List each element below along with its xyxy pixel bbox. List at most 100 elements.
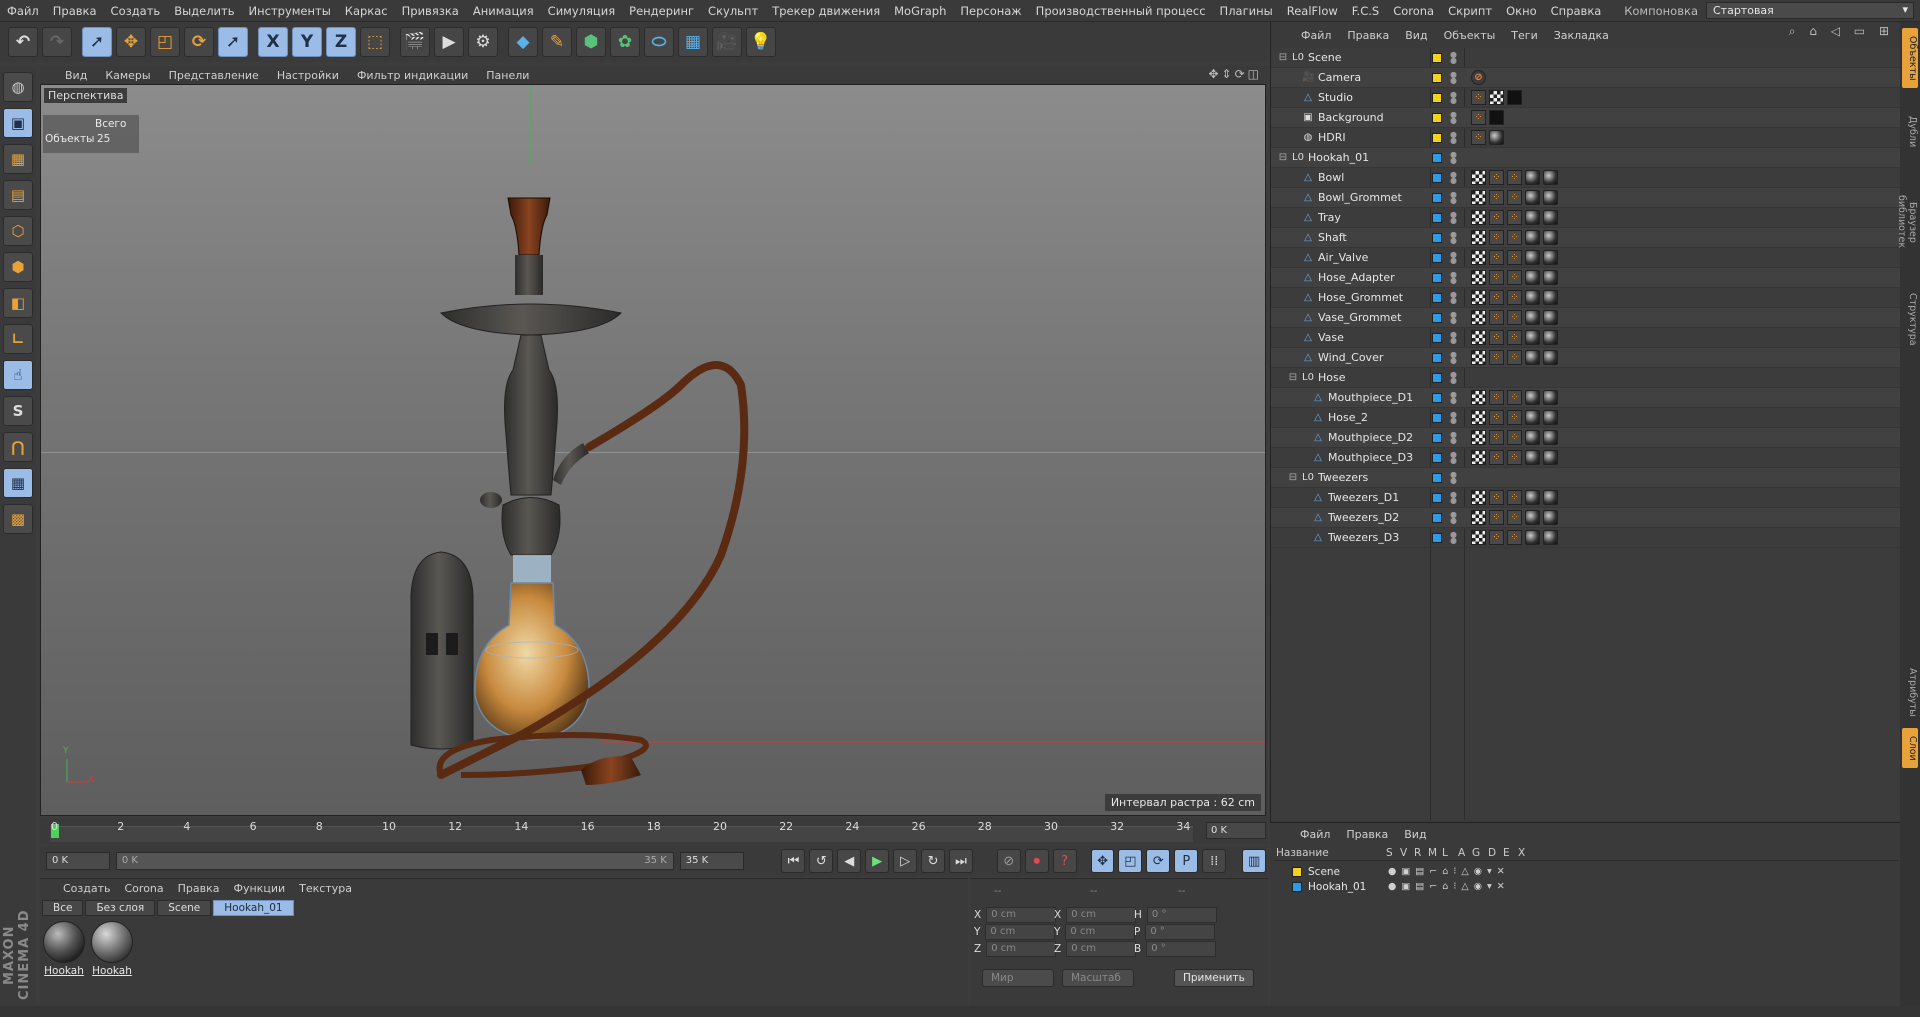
layer-color-swatch[interactable] <box>1432 272 1442 283</box>
dot-tag-icon[interactable]: ⁘ <box>1507 210 1522 225</box>
check-tag-icon[interactable] <box>1471 250 1486 265</box>
mat-tag-icon[interactable] <box>1525 190 1540 205</box>
light-icon[interactable]: 💡 <box>746 27 776 57</box>
mat-tag-icon[interactable] <box>1543 510 1558 525</box>
check-tag-icon[interactable] <box>1471 510 1486 525</box>
layer-col-1[interactable]: S <box>1386 847 1393 859</box>
layer-color-swatch[interactable] <box>1432 372 1442 383</box>
menu-11[interactable]: Трекер движения <box>765 4 887 18</box>
check-tag-icon[interactable] <box>1471 350 1486 365</box>
dot-tag-icon[interactable]: ⁘ <box>1507 270 1522 285</box>
menu-4[interactable]: Инструменты <box>242 4 338 18</box>
texture-mode-icon[interactable]: ▦ <box>3 144 33 174</box>
check-tag-icon[interactable] <box>1471 530 1486 545</box>
side-tab-4[interactable]: Атрибуты <box>1902 662 1918 722</box>
z-axis-icon[interactable]: Z <box>326 27 356 57</box>
object-manager-nav-icons[interactable]: ⌕ ⌂ ◁ ▭ ⊞ <box>1789 24 1894 39</box>
menu-20[interactable]: Окно <box>1499 4 1544 18</box>
layer-color-swatch[interactable] <box>1432 52 1442 63</box>
check-tag-icon[interactable] <box>1489 90 1504 105</box>
layer-color-swatch[interactable] <box>1432 132 1442 143</box>
mat-tag-icon[interactable] <box>1543 490 1558 505</box>
mat-tag-icon[interactable] <box>1543 430 1558 445</box>
layer-color-swatch[interactable] <box>1432 352 1442 363</box>
magnet-icon[interactable]: ⋂ <box>3 432 33 462</box>
dot-tag-icon[interactable]: ⁘ <box>1489 450 1504 465</box>
sphere-mode-icon[interactable]: ◍ <box>3 72 33 102</box>
menu-21[interactable]: Справка <box>1544 4 1609 18</box>
object-row-mouthpiece_d1[interactable]: △ Mouthpiece_D1 ● ● ⁘ ⁘ <box>1271 388 1901 408</box>
layer-color-swatch[interactable] <box>1292 867 1302 877</box>
next-frame-icon[interactable]: ▷ <box>893 849 918 873</box>
menu-9[interactable]: Рендеринг <box>622 4 701 18</box>
workplane-icon[interactable]: ▤ <box>3 180 33 210</box>
layer-color-swatch[interactable] <box>1432 72 1442 83</box>
layer-col-5[interactable]: L <box>1442 847 1448 859</box>
key-pla-icon[interactable]: ⁞⁞ <box>1202 849 1227 873</box>
coord-size-select[interactable]: Масштаб <box>1062 969 1134 987</box>
menu-8[interactable]: Симуляция <box>541 4 622 18</box>
object-row-hose_2[interactable]: △ Hose_2 ● ● ⁘ ⁘ <box>1271 408 1901 428</box>
scale-icon[interactable]: ◰ <box>150 27 180 57</box>
side-tab-2[interactable]: Браузер библиотек <box>1896 172 1918 272</box>
object-menu-5[interactable]: Закладка <box>1546 29 1617 42</box>
layer-col-7[interactable]: G <box>1472 847 1480 859</box>
prev-key-icon[interactable]: ↺ <box>809 849 834 873</box>
visibility-dots[interactable]: ● ● <box>1450 310 1457 324</box>
mat-tag-icon[interactable] <box>1543 250 1558 265</box>
coord-c-field[interactable]: 0 ° <box>1146 941 1217 957</box>
check-tag-icon[interactable] <box>1471 310 1486 325</box>
layout-select[interactable]: Стартовая <box>1706 2 1914 19</box>
side-tab-5[interactable]: Слои <box>1902 728 1918 768</box>
layer-color-swatch[interactable] <box>1432 212 1442 223</box>
mat-tag-icon[interactable] <box>1525 490 1540 505</box>
snap-icon[interactable]: S <box>3 396 33 426</box>
dot-tag-icon[interactable]: ⁘ <box>1489 310 1504 325</box>
visibility-dots[interactable]: ● ● <box>1450 450 1457 464</box>
material-menu-1[interactable]: Corona <box>118 882 171 895</box>
dot-tag-icon[interactable]: ⁘ <box>1507 410 1522 425</box>
dot-tag-icon[interactable]: ⁘ <box>1507 450 1522 465</box>
move-icon[interactable]: ✥ <box>116 27 146 57</box>
dot-tag-icon[interactable]: ⁘ <box>1489 250 1504 265</box>
subdivision-icon[interactable]: ⬢ <box>576 27 606 57</box>
menu-16[interactable]: RealFlow <box>1280 4 1345 18</box>
menu-1[interactable]: Правка <box>46 4 104 18</box>
dot-tag-icon[interactable]: ⁘ <box>1489 270 1504 285</box>
layer-menu-2[interactable]: Вид <box>1396 828 1434 841</box>
x-axis-icon[interactable]: X <box>258 27 288 57</box>
layer-toggle-icons[interactable]: ● ▣ ▤ ⌐ ⌂ ⁝ △ ◉ ▾ ✕ <box>1388 881 1506 892</box>
coord-c-field[interactable]: 0 ° <box>1145 924 1216 940</box>
menu-17[interactable]: F.C.S <box>1345 4 1386 18</box>
layer-color-swatch[interactable] <box>1432 392 1442 403</box>
redo-icon[interactable]: ↷ <box>42 27 72 57</box>
key-param-icon[interactable]: P <box>1174 849 1199 873</box>
cloner-icon[interactable]: ✿ <box>610 27 640 57</box>
key-scale-icon[interactable]: ◰ <box>1118 849 1143 873</box>
mat-tag-icon[interactable] <box>1543 270 1558 285</box>
material-menu-3[interactable]: Функции <box>227 882 293 895</box>
mat-tag-icon[interactable] <box>1525 350 1540 365</box>
mat-tag-icon[interactable] <box>1525 270 1540 285</box>
object-row-mouthpiece_d3[interactable]: △ Mouthpiece_D3 ● ● ⁘ ⁘ <box>1271 448 1901 468</box>
layer-col-9[interactable]: E <box>1503 847 1510 859</box>
dot-tag-icon[interactable]: ⁘ <box>1507 330 1522 345</box>
axis-mode-icon[interactable]: ∟ <box>3 324 33 354</box>
mat-tag-icon[interactable] <box>1543 210 1558 225</box>
menu-12[interactable]: MoGraph <box>887 4 953 18</box>
mat-tag-icon[interactable] <box>1525 450 1540 465</box>
check-tag-icon[interactable] <box>1471 190 1486 205</box>
undo-icon[interactable]: ↶ <box>8 27 38 57</box>
layer-color-swatch[interactable] <box>1432 452 1442 463</box>
go-to-start-icon[interactable]: ⏮ <box>781 849 806 873</box>
check-tag-icon[interactable] <box>1471 390 1486 405</box>
dot-tag-icon[interactable]: ⁘ <box>1507 290 1522 305</box>
visibility-dots[interactable]: ● ● <box>1450 430 1457 444</box>
visibility-dots[interactable]: ● ● <box>1450 190 1457 204</box>
visibility-dots[interactable]: ● ● <box>1450 370 1457 384</box>
dot-tag-icon[interactable]: ⁘ <box>1489 390 1504 405</box>
dot-tag-icon[interactable]: ⁘ <box>1489 170 1504 185</box>
dot-tag-icon[interactable]: ⁘ <box>1489 290 1504 305</box>
coord-system-icon[interactable]: ⬚ <box>360 27 390 57</box>
viewport-nav-icons[interactable]: ✥⇕⟳◫ <box>1208 67 1262 81</box>
